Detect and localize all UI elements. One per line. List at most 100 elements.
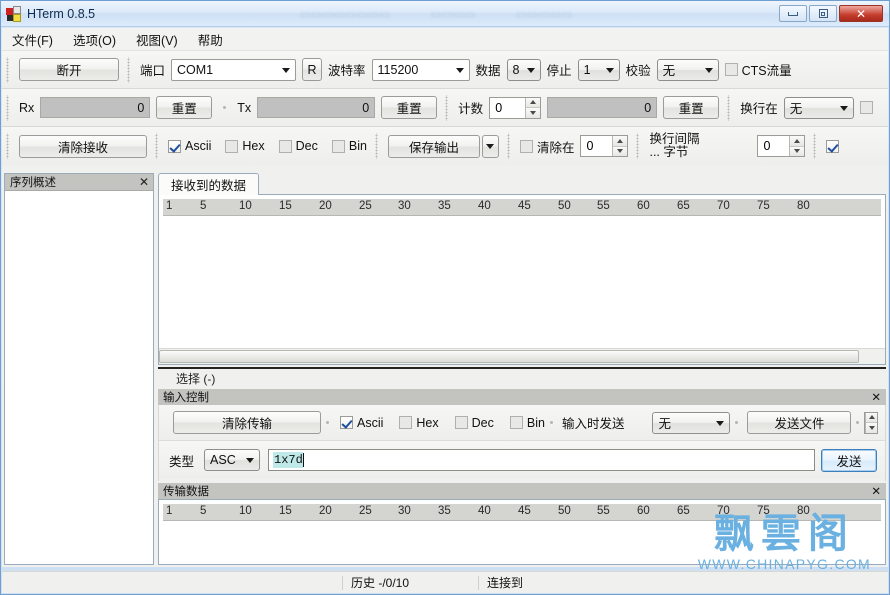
toolbar-row-connection: 断开 端口 COM1 R 波特率 115200 数据 8 停止 1 校验 无 C… [2,51,888,89]
chevron-down-icon [716,420,725,426]
ruler-tick: 55 [597,505,610,517]
clear-at-checkbox[interactable]: 清除在 [519,137,574,156]
toolbar-grip-icon[interactable] [726,94,734,121]
menu-options[interactable]: 选项(O) [63,28,126,51]
chevron-down-icon [839,105,848,111]
send-button[interactable]: 发送 [821,448,877,472]
hex-checkbox[interactable]: Hex [225,139,265,153]
close-icon[interactable]: ✕ [139,175,149,189]
rescan-button[interactable]: R [302,58,323,81]
send-file-button[interactable]: 发送文件 [747,411,852,434]
cts-flow-checkbox[interactable]: CTS流量 [724,60,792,79]
toolbar-grip-icon[interactable] [444,94,452,121]
send-on-enter-select[interactable]: 无 [652,411,731,434]
parity-select[interactable]: 无 [656,58,719,81]
tab-received-data[interactable]: 接收到的数据 [158,173,260,195]
stepper-buttons[interactable] [612,136,628,156]
received-data-text-area[interactable] [163,216,881,344]
port-label: 端口 [140,64,166,78]
stop-bits-select[interactable]: 1 [577,58,620,81]
stepper-down-icon[interactable] [790,146,805,156]
received-data-hscrollbar[interactable] [159,348,885,364]
input-dec-checkbox[interactable]: Dec [454,416,494,430]
newline-at-checkbox[interactable] [859,101,873,114]
save-output-button[interactable]: 保存输出 [387,134,480,158]
toolbar-grip-icon[interactable] [5,94,12,121]
stepper-up-icon[interactable] [526,97,541,108]
clear-transmit-button[interactable]: 清除传输 [173,411,321,434]
stepper-down-icon[interactable] [613,146,628,156]
input-hex-checkbox[interactable]: Hex [399,416,439,430]
toolbar-grip-icon[interactable] [505,133,513,159]
count-reset-button[interactable]: 重置 [663,96,720,119]
toolbar-grip-icon[interactable] [154,133,161,159]
data-bits-select[interactable]: 8 [506,58,541,81]
stepper-up-icon[interactable] [790,136,805,147]
received-data-panel: 接收到的数据 1 5 10 15 20 25 30 35 40 45 50 55… [158,173,886,387]
separator-dot [735,421,739,424]
rx-reset-button[interactable]: 重置 [156,96,213,119]
toolbar-grip-icon[interactable] [373,133,381,159]
newline-at-select[interactable]: 无 [783,96,854,119]
parity-label: 校验 [625,64,651,78]
stepper-up-icon[interactable] [613,136,628,147]
close-icon[interactable]: ✕ [871,390,881,404]
toolbar-grip-icon[interactable] [5,56,12,83]
bin-checkbox[interactable]: Bin [331,139,367,153]
toolbar-grip-icon[interactable] [5,133,12,159]
input-ascii-label: Ascii [357,415,384,430]
minimize-button[interactable] [779,5,807,22]
status-connected: 连接到 [487,576,524,590]
disconnect-button[interactable]: 断开 [19,58,119,81]
stepper-buttons[interactable] [525,97,541,118]
checkbox-box-icon [278,139,292,153]
checkbox-box-icon [340,416,353,429]
input-extra-stepper[interactable] [864,411,879,434]
toolbar-grip-icon[interactable] [812,133,820,159]
input-ascii-checkbox[interactable]: Ascii [340,416,383,430]
scrollbar-thumb[interactable] [159,350,859,363]
menu-help[interactable]: 帮助 [188,28,233,51]
transmitted-data-text-area[interactable] [159,521,885,564]
ruler-tick: 75 [757,505,770,517]
sequence-overview-list[interactable] [5,191,153,564]
stepper-buttons[interactable] [789,136,805,156]
close-button[interactable]: ✕ [839,5,883,22]
clear-received-button[interactable]: 清除接收 [19,134,147,158]
newline-every-checkbox[interactable] [826,139,840,153]
separator-dot [856,421,860,424]
stepper-down-icon[interactable] [526,108,541,118]
toolbar-grip-icon[interactable] [126,56,133,83]
tx-reset-button[interactable]: 重置 [381,96,438,119]
count-stepper[interactable]: 0 [489,96,542,119]
send-input-field[interactable]: 1x7d [268,449,815,471]
ruler-tick: 1 [166,200,173,212]
type-select[interactable]: ASC [204,449,261,471]
stepper-down-icon[interactable] [866,423,878,433]
dec-checkbox[interactable]: Dec [278,139,318,153]
toolbar-grip-icon[interactable] [635,133,643,159]
port-select[interactable]: COM1 [171,58,297,81]
save-output-dropdown-button[interactable] [481,134,499,158]
ruler-tick: 75 [757,200,770,212]
ascii-checkbox[interactable]: Ascii [168,139,211,153]
baud-select[interactable]: 115200 [371,58,470,81]
transmitted-data-ruler: 1 5 10 15 20 25 30 35 40 45 50 55 60 65 [163,504,881,521]
input-control-row-format: 清除传输 Ascii Hex Dec Bin 输入时发送 无 发送文件 [159,405,885,441]
ruler-tick: 65 [677,200,690,212]
close-icon[interactable]: ✕ [871,484,881,498]
menu-view[interactable]: 视图(V) [126,28,188,51]
newline-at-label: 换行在 [740,102,778,116]
ruler-tick: 40 [478,200,491,212]
stepper-up-icon[interactable] [866,412,878,423]
maximize-button[interactable] [809,5,837,22]
stepper-buttons[interactable] [865,412,878,433]
ruler-tick: 55 [597,200,610,212]
newline-every-stepper[interactable]: 0 [757,135,806,157]
checkbox-box-icon [225,139,239,153]
input-bin-checkbox[interactable]: Bin [509,416,545,430]
clear-at-stepper[interactable]: 0 [580,135,629,157]
ruler-tick: 10 [239,505,252,517]
menu-file[interactable]: 文件(F) [2,28,63,51]
count-value: 0 [495,100,503,115]
